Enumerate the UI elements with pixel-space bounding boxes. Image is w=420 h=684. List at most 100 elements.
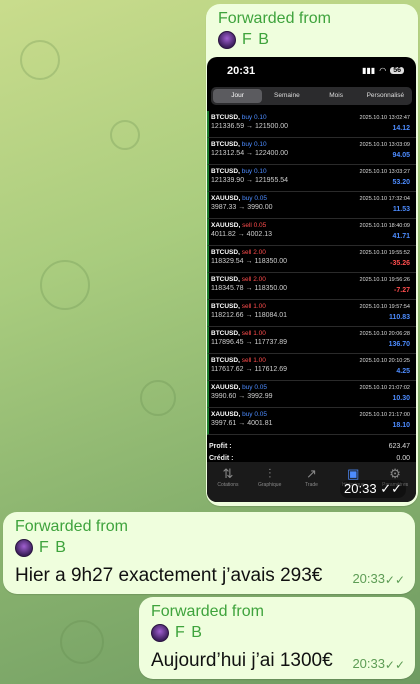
trade-pnl: -35.26	[390, 260, 410, 267]
trade-symbol: XAUUSD,	[211, 411, 241, 418]
avatar	[218, 31, 236, 49]
trade-symbol: BTCUSD,	[211, 357, 240, 364]
message-time: 20:33 ✓✓	[340, 480, 406, 498]
trade-symbol: BTCUSD,	[211, 330, 240, 337]
trade-side: buy 0.10	[241, 114, 267, 121]
forwarded-sender-name: F B	[242, 31, 270, 48]
trade-row[interactable]: BTCUSD, buy 0.10 2025.10.10 13:03:27 12133…	[207, 165, 416, 192]
trade-side: sell 0.05	[242, 222, 267, 229]
trade-row[interactable]: BTCUSD, buy 0.10 2025.10.10 13:02:47 12133…	[207, 111, 416, 138]
trade-prices: 118329.54 → 118350.00	[211, 258, 288, 265]
tab-mois[interactable]: Mois	[312, 89, 361, 103]
trade-side: buy 0.05	[242, 411, 268, 418]
tab-jour[interactable]: Jour	[213, 89, 263, 103]
trade-date: 2025.10.10 18:40:09	[359, 223, 410, 229]
trade-row[interactable]: BTCUSD, sell 1.00 2025.10.10 19:57:54 1182…	[207, 300, 416, 327]
trade-row[interactable]: BTCUSD, sell 2.00 2025.10.10 19:55:52 1183…	[207, 246, 416, 273]
trade-row[interactable]: BTCUSD, buy 0.10 2025.10.10 13:03:09 12131…	[207, 138, 416, 165]
trade-date: 2025.10.10 19:56:26	[359, 277, 410, 283]
trade-pnl: 94.05	[392, 152, 410, 159]
chart-icon: ⫶	[268, 466, 272, 481]
trade-date: 2025.10.10 20:06:28	[359, 331, 410, 337]
forwarded-sender[interactable]: F B	[218, 31, 331, 49]
trade-date: 2025.10.10 21:07:02	[359, 385, 410, 391]
trade-date: 2025.10.10 13:03:09	[359, 142, 410, 148]
tab-personnalise[interactable]: Personnalisé	[361, 89, 410, 103]
trade-symbol: XAUUSD,	[211, 195, 241, 202]
status-bar: 20:31 ▮▮▮ ◠ 56	[207, 57, 416, 87]
trade-side: sell 1.00	[241, 357, 266, 364]
nav-label: Graphique	[258, 482, 282, 488]
trade-prices: 117617.62 → 117612.69	[211, 366, 288, 373]
signal-icon: ▮▮▮	[362, 66, 376, 75]
avatar	[15, 539, 33, 557]
trade-symbol: BTCUSD,	[211, 249, 240, 256]
trade-date: 2025.10.10 21:17:00	[359, 412, 410, 418]
wallpaper-doodle	[140, 380, 176, 416]
trade-prices: 3990.60 → 3992.99	[211, 393, 273, 400]
wifi-icon: ◠	[379, 66, 387, 75]
tab-semaine[interactable]: Semaine	[262, 89, 311, 103]
trade-pnl: 136.70	[388, 341, 410, 348]
trade-row[interactable]: BTCUSD, sell 2.00 2025.10.10 19:56:26 1183…	[207, 273, 416, 300]
read-checks-icon: ✓✓	[380, 481, 402, 496]
message-text: Hier a 9h27 exactement j’avais 293€	[15, 565, 323, 586]
trade-pnl: -7.27	[394, 287, 410, 294]
trade-pnl: 14.12	[392, 125, 410, 132]
trade-symbol: BTCUSD,	[211, 114, 240, 121]
trade-pnl: 10.30	[392, 395, 410, 402]
read-checks-icon: ✓✓	[384, 573, 405, 587]
nav-item-trade[interactable]: ↗ Trade	[291, 466, 331, 502]
nav-item-quotes[interactable]: ⇅ Cotations	[208, 466, 248, 502]
quotes-icon: ⇅	[222, 466, 234, 481]
trade-prices: 118345.78 → 118350.00	[211, 285, 288, 292]
nav-label: Trade	[305, 482, 318, 488]
wallpaper-doodle	[40, 260, 90, 310]
forwarded-from-label: Forwarded from	[15, 518, 128, 535]
trade-prices: 117896.45 → 117737.89	[211, 339, 288, 346]
trade-pnl: 18.10	[392, 422, 410, 429]
summary-label: Profit :	[209, 443, 232, 450]
trade-symbol: XAUUSD,	[211, 384, 241, 391]
trade-date: 2025.10.10 19:55:52	[359, 250, 410, 256]
status-time: 20:31	[227, 65, 256, 77]
summary-value: 623.47	[388, 443, 410, 450]
nav-item-chart[interactable]: ⫶ Graphique	[250, 466, 290, 502]
trade-row[interactable]: BTCUSD, sell 1.00 2025.10.10 20:06:28 1178…	[207, 327, 416, 354]
trade-prices: 118212.66 → 118084.01	[211, 312, 288, 319]
trade-row[interactable]: XAUUSD, sell 0.05 2025.10.10 18:40:09 4011…	[207, 219, 416, 246]
trade-date: 2025.10.10 13:03:27	[359, 169, 410, 175]
nav-label: Cotations	[217, 482, 239, 488]
read-checks-icon: ✓✓	[384, 658, 405, 672]
trade-side: buy 0.10	[241, 141, 267, 148]
forwarded-sender[interactable]: F B	[15, 539, 322, 557]
trade-pnl: 53.20	[392, 179, 410, 186]
trade-pnl: 4.25	[396, 368, 410, 375]
message-bubble[interactable]: Forwarded from F B Hier a 9h27 exactemen…	[3, 512, 415, 594]
trade-row[interactable]: XAUUSD, buy 0.05 2025.10.10 21:07:02 3990.…	[207, 381, 416, 408]
trade-row[interactable]: BTCUSD, sell 1.00 2025.10.10 20:10:25 1176…	[207, 354, 416, 381]
trade-prices: 4011.82 → 4002.13	[211, 231, 272, 238]
trade-side: sell 1.00	[241, 303, 266, 310]
trade-prices: 121336.59 → 121500.00	[211, 123, 289, 130]
trade-date: 2025.10.10 17:32:04	[359, 196, 410, 202]
trade-date: 2025.10.10 19:57:54	[359, 304, 410, 310]
trade-date: 2025.10.10 20:10:25	[359, 358, 410, 364]
trade-pnl: 11.53	[392, 206, 410, 213]
trade-side: sell 1.00	[241, 330, 266, 337]
screenshot-image[interactable]: 20:31 ▮▮▮ ◠ 56 Jour Semaine Mois Personn…	[207, 57, 416, 502]
trade-row[interactable]: XAUUSD, buy 0.05 2025.10.10 17:32:04 3987.…	[207, 192, 416, 219]
trade-prices: 3997.61 → 4001.81	[211, 420, 273, 427]
trade-row[interactable]: XAUUSD, buy 0.05 2025.10.10 21:17:00 3997.…	[207, 408, 416, 435]
trade-side: buy 0.05	[242, 195, 268, 202]
trade-pnl: 41.71	[392, 233, 410, 240]
trade-pnl: 110.83	[388, 314, 410, 321]
trade-date: 2025.10.10 13:02:47	[359, 115, 410, 121]
avatar	[151, 624, 169, 642]
forwarded-sender[interactable]: F B	[151, 624, 333, 642]
forwarded-from-label: Forwarded from	[218, 10, 331, 27]
forwarded-sender-name: F B	[175, 624, 203, 641]
trade-icon: ↗	[306, 466, 317, 481]
message-bubble[interactable]: Forwarded from F B Aujourd’hui j’ai 1300…	[139, 597, 415, 679]
trade-side: sell 2.00	[241, 249, 266, 256]
